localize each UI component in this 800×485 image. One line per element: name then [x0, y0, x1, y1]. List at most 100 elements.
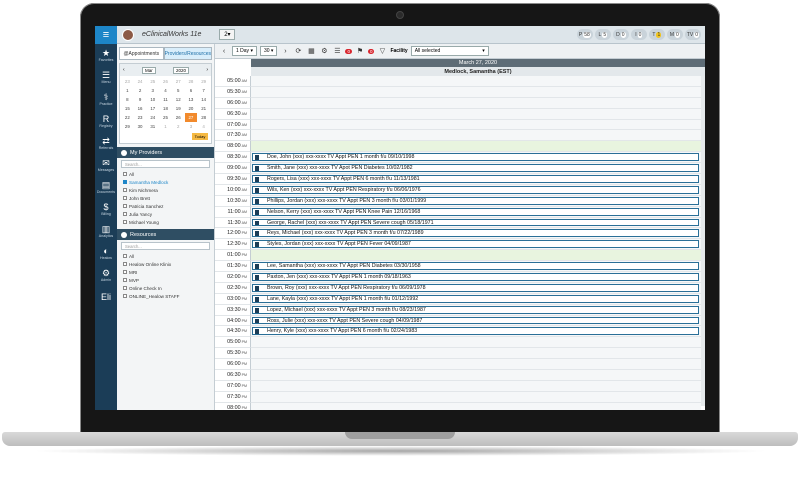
rail-item-favorites[interactable]: ★ Favorites: [95, 44, 117, 66]
today-button[interactable]: Today: [192, 133, 208, 140]
resource-checkbox[interactable]: [123, 262, 127, 266]
month-select[interactable]: Mar: [141, 66, 156, 74]
calendar-day[interactable]: 7: [197, 86, 210, 95]
year-select[interactable]: 2020: [173, 66, 190, 74]
calendar-day[interactable]: 10: [146, 95, 159, 104]
resource-item[interactable]: MRI: [123, 268, 214, 276]
time-slot[interactable]: [251, 250, 701, 262]
resource-checkbox[interactable]: [123, 270, 127, 274]
calendar-day[interactable]: 28: [197, 113, 210, 122]
time-slot[interactable]: [251, 359, 701, 371]
calendar-day[interactable]: 25: [159, 113, 172, 122]
calendar-day[interactable]: 19: [172, 104, 185, 113]
header-badge[interactable]: P 58: [576, 29, 593, 40]
calendar-day[interactable]: 16: [134, 104, 147, 113]
time-slot[interactable]: [251, 141, 701, 153]
rail-item-practice[interactable]: ⚕ Practice: [95, 88, 117, 110]
rail-item-admin[interactable]: ⚙ Admin: [95, 264, 117, 286]
calendar-day[interactable]: 13: [185, 95, 198, 104]
settings-icon[interactable]: ⚙: [319, 46, 329, 56]
rail-item-eli[interactable]: Eli: [95, 286, 117, 308]
calendar-day[interactable]: 18: [159, 104, 172, 113]
rail-item-analytics[interactable]: ▥ Analytics: [95, 220, 117, 242]
resource-item[interactable]: Healow Online Klinix: [123, 260, 214, 268]
resource-checkbox[interactable]: [123, 286, 127, 290]
hamburger-menu-button[interactable]: ≡: [95, 26, 117, 44]
calendar-day[interactable]: 27: [184, 113, 198, 122]
chevron-left-icon[interactable]: ‹: [219, 46, 229, 56]
calendar-day[interactable]: 8: [121, 95, 134, 104]
calendar-day[interactable]: 29: [197, 77, 210, 86]
time-slot[interactable]: Lopez, Michael (xxx) xxx-xxxx TV Appt PE…: [251, 304, 701, 316]
calendar-icon[interactable]: ▦: [306, 46, 316, 56]
time-slot[interactable]: [251, 97, 701, 109]
appointment[interactable]: Henry, Kyle (xxx) xxx-xxxx TV Appt PEN 6…: [252, 327, 699, 336]
appointment[interactable]: Nelson, Kerry (xxx) xxx-xxxx TV Appt PEN…: [252, 207, 699, 216]
time-slot[interactable]: [251, 337, 701, 349]
appointment[interactable]: Lopez, Michael (xxx) xxx-xxxx TV Appt PE…: [252, 305, 699, 314]
calendar-day[interactable]: 9: [134, 95, 147, 104]
resource-checkbox[interactable]: [123, 278, 127, 282]
time-slot[interactable]: Lee, Samantha (xxx) xxx-xxxx TV Appt PEN…: [251, 261, 701, 273]
calendar-day[interactable]: 27: [172, 77, 185, 86]
time-slot[interactable]: [251, 108, 701, 120]
calendar-day[interactable]: 11: [159, 95, 172, 104]
rail-item-menu[interactable]: ☰ Menu: [95, 66, 117, 88]
provider-item[interactable]: John Brett: [123, 194, 214, 202]
appointment[interactable]: Smith, Jane (xxx) xxx-xxxx TV Apot PEN D…: [252, 164, 699, 173]
time-slot[interactable]: Reys, Michael (xxx) xxx-xxxx TV Appt PEN…: [251, 228, 701, 240]
resource-checkbox[interactable]: [123, 294, 127, 298]
calendar-day[interactable]: 22: [121, 113, 134, 122]
appointment[interactable]: Wils, Ken (xxx) xxx-xxxx TV Appt PEN Res…: [252, 185, 699, 194]
calendar-day[interactable]: 4: [159, 86, 172, 95]
time-slot[interactable]: Paxton, Jen (xxx) xxx-xxxx TV Appt PEN 1…: [251, 272, 701, 283]
time-slot[interactable]: [251, 402, 701, 410]
rail-item-healow[interactable]: ◐ Healow: [95, 242, 117, 264]
time-slot[interactable]: Nelson, Kerry (xxx) xxx-xxxx TV Appt PEN…: [251, 206, 701, 218]
time-slot[interactable]: [251, 380, 701, 392]
filter-icon[interactable]: ▽: [377, 46, 387, 56]
time-slot[interactable]: [251, 370, 701, 381]
calendar-day[interactable]: 14: [197, 95, 210, 104]
resource-checkbox[interactable]: [123, 254, 127, 258]
calendar-day[interactable]: 5: [172, 86, 185, 95]
appointment[interactable]: Paxton, Jen (xxx) xxx-xxxx TV Appt PEN 1…: [252, 273, 699, 281]
next-icon[interactable]: ›: [280, 46, 290, 56]
provider-item[interactable]: Patricia Sanchez: [123, 202, 214, 210]
provider-item[interactable]: Kim Nichmera: [123, 186, 214, 194]
resource-item[interactable]: All: [123, 252, 214, 260]
calendar-day[interactable]: 4: [197, 122, 210, 131]
calendar-day[interactable]: 20: [185, 104, 198, 113]
facility-select[interactable]: All selected ▾: [410, 46, 489, 56]
view-select[interactable]: 1 Day ▾: [232, 46, 257, 56]
appointment[interactable]: Rogers, Lisa (xxx) xxx-xxxx TV Appt PEN …: [252, 175, 699, 183]
header-badge[interactable]: I0: [630, 29, 647, 40]
time-slot[interactable]: [251, 130, 701, 142]
time-slot[interactable]: George, Rachel (xxx) xxx-xxxx TV Appt PE…: [251, 217, 701, 229]
appointment[interactable]: Reys, Michael (xxx) xxx-xxxx TV Appt PEN…: [252, 229, 699, 238]
time-slot[interactable]: Doe, John (xxx) xxx-xxxx TV Appt PEN 1 m…: [251, 152, 701, 164]
calendar-day[interactable]: 26: [159, 77, 172, 86]
appointment[interactable]: Brown, Roy (xxx) xxx-xxxx TV Appt PEN Re…: [252, 283, 699, 292]
time-slot[interactable]: [251, 348, 701, 360]
refresh-icon[interactable]: ⟳: [293, 46, 303, 56]
calendar-day[interactable]: 2: [172, 122, 185, 131]
chevron-left-icon[interactable]: ‹: [123, 67, 125, 73]
providers-search-input[interactable]: Search...: [121, 160, 210, 168]
rail-item-messages[interactable]: ✉ Messages: [95, 154, 117, 176]
schedule-scrollbar[interactable]: [701, 76, 705, 406]
user-switch-button[interactable]: 2▾: [219, 29, 236, 40]
provider-item[interactable]: All: [123, 170, 214, 178]
calendar-day[interactable]: 23: [121, 77, 134, 86]
calendar-day[interactable]: 15: [121, 104, 134, 113]
calendar-day[interactable]: 24: [146, 113, 159, 122]
calendar-day[interactable]: 26: [172, 113, 185, 122]
appointment[interactable]: Lane, Kayla (xxx) xxx-xxxx TV Appt PEN 1…: [252, 294, 699, 303]
calendar-day[interactable]: 1: [159, 122, 172, 131]
provider-checkbox[interactable]: [123, 172, 127, 176]
calendar-day[interactable]: 3: [146, 86, 159, 95]
calendar-day[interactable]: 30: [134, 122, 147, 131]
provider-item[interactable]: Julia Yancy: [123, 210, 214, 218]
calendar-day[interactable]: 23: [134, 113, 147, 122]
appointment[interactable]: Phillips, Jordan (xxx) xxx-xxxx TV Appt …: [252, 196, 699, 205]
